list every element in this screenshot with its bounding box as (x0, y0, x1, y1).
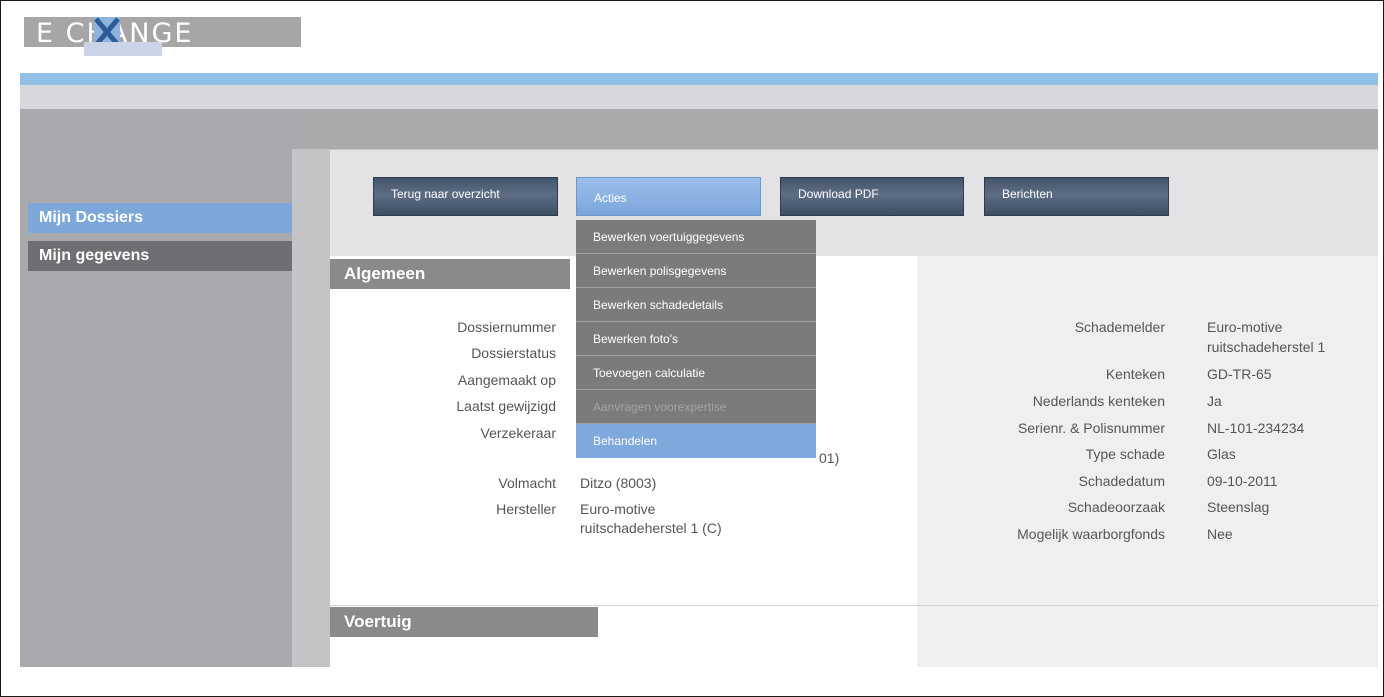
label-dossierstatus: Dossierstatus (471, 345, 556, 361)
actions-button[interactable]: Acties (576, 177, 761, 216)
exchange-logo: E CHANGE (24, 17, 301, 49)
menu-item-bewerken-fotos[interactable]: Bewerken foto's (576, 322, 816, 356)
download-pdf-button[interactable]: Download PDF (780, 177, 964, 216)
label-laatst-gewijzigd: Laatst gewijzigd (456, 398, 556, 414)
value-schadedatum: 09-10-2011 (1207, 473, 1278, 489)
sidebar: Mijn Dossiers Mijn gegevens (20, 109, 292, 667)
section-header-algemeen: Algemeen (330, 259, 570, 289)
menu-item-toevoegen-calculatie[interactable]: Toevoegen calculatie (576, 356, 816, 390)
menu-item-bewerken-voertuiggegevens[interactable]: Bewerken voertuiggegevens (576, 220, 816, 254)
menu-item-aanvragen-voorexpertise: Aanvragen voorexpertise (576, 390, 816, 424)
label-nederlands-kenteken: Nederlands kenteken (1032, 393, 1165, 409)
value-verzekeraar-tail: 01) (819, 450, 840, 466)
value-schademelder-line2: ruitschadeherstel 1 (1207, 339, 1326, 355)
value-hersteller-line2: ruitschadeherstel 1 (C) (580, 520, 722, 536)
menu-item-bewerken-polisgegevens[interactable]: Bewerken polisgegevens (576, 254, 816, 288)
sidebar-item-mijn-dossiers[interactable]: Mijn Dossiers (28, 203, 292, 233)
label-aangemaakt-op: Aangemaakt op (457, 372, 556, 388)
label-schadeoorzaak: Schadeoorzaak (1067, 499, 1165, 515)
label-dossiernummer: Dossiernummer (457, 319, 556, 335)
menu-item-behandelen[interactable]: Behandelen (576, 424, 816, 458)
menu-item-bewerken-schadedetails[interactable]: Bewerken schadedetails (576, 288, 816, 322)
label-schadedatum: Schadedatum (1078, 473, 1165, 489)
label-volmacht: Volmacht (498, 475, 556, 491)
main-top-band (292, 109, 1378, 149)
label-hersteller: Hersteller (496, 501, 556, 517)
actions-dropdown-menu: Bewerken voertuiggegevens Bewerken polis… (576, 220, 816, 458)
label-mogelijk-waarborgfonds: Mogelijk waarborgfonds (1017, 526, 1165, 542)
logo-reflection (84, 42, 162, 56)
section-divider (330, 605, 1378, 606)
value-hersteller-line1: Euro-motive (580, 501, 656, 517)
value-schademelder-line1: Euro-motive (1207, 319, 1283, 335)
section-header-voertuig: Voertuig (330, 607, 598, 637)
value-nederlands-kenteken: Ja (1207, 393, 1222, 409)
sidebar-item-mijn-gegevens[interactable]: Mijn gegevens (28, 241, 292, 271)
label-schademelder: Schademelder (1074, 319, 1165, 335)
header-accent-bar (20, 73, 1378, 85)
value-schadeoorzaak: Steenslag (1207, 499, 1270, 515)
back-to-overview-button[interactable]: Terug naar overzicht (373, 177, 558, 216)
value-mogelijk-waarborgfonds: Nee (1207, 526, 1233, 542)
messages-button[interactable]: Berichten (984, 177, 1169, 216)
label-type-schade: Type schade (1085, 446, 1165, 462)
label-verzekeraar: Verzekeraar (480, 425, 556, 441)
value-type-schade: Glas (1207, 446, 1236, 462)
label-kenteken: Kenteken (1105, 366, 1165, 382)
value-volmacht: Ditzo (8003) (580, 475, 657, 491)
label-serienr-polisnummer: Serienr. & Polisnummer (1017, 420, 1165, 436)
value-serienr-polisnummer: NL-101-234234 (1207, 420, 1305, 436)
header-light-bar (20, 85, 1378, 109)
value-kenteken: GD-TR-65 (1207, 366, 1272, 382)
